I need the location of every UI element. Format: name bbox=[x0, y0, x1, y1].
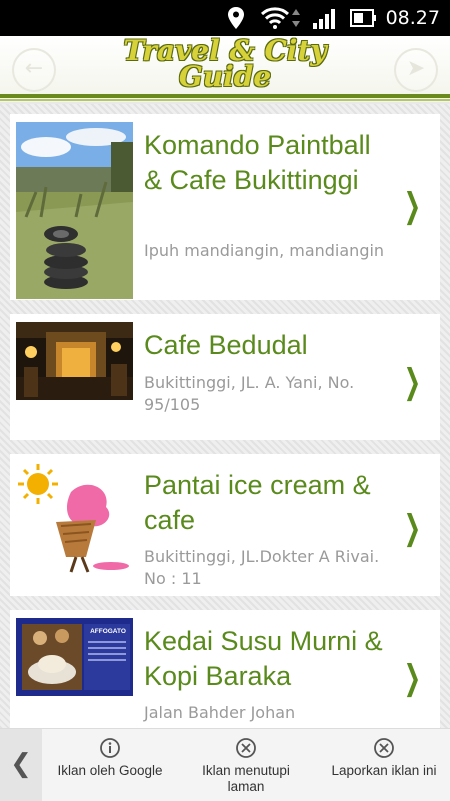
signal-icon bbox=[313, 9, 335, 29]
place-address: Bukittinggi, JL.Dokter A Rivai. No : 11 bbox=[144, 547, 380, 588]
place-thumbnail bbox=[16, 322, 133, 400]
ad-covers-page-button[interactable]: Iklan menutupi laman bbox=[186, 737, 306, 795]
wifi-icon bbox=[260, 7, 290, 29]
list-item[interactable]: Pantai ice cream & cafe Bukittinggi, JL.… bbox=[10, 454, 440, 596]
chevron-left-icon: ❮ bbox=[10, 749, 32, 779]
place-address: Jalan Bahder Johan bbox=[144, 703, 296, 722]
header-divider bbox=[0, 94, 450, 98]
place-thumbnail: AFFOGATO bbox=[16, 618, 133, 696]
close-circle-icon bbox=[374, 738, 394, 758]
place-thumbnail bbox=[16, 122, 133, 299]
list-item[interactable]: Komando Paintball & Cafe Bukittinggi Ipu… bbox=[10, 114, 440, 300]
list-item[interactable]: AFFOGATO Kedai Susu Murni & Kopi Baraka … bbox=[10, 610, 440, 728]
logo-line-2: Guide bbox=[178, 60, 272, 93]
ad-info-button[interactable]: Iklan oleh Google bbox=[50, 737, 170, 779]
place-name: Komando Paintball & Cafe Bukittinggi bbox=[144, 130, 371, 195]
status-time: 08.27 bbox=[385, 7, 440, 29]
location-icon bbox=[228, 7, 244, 29]
close-circle-icon bbox=[236, 738, 256, 758]
place-name: Kedai Susu Murni & Kopi Baraka bbox=[144, 626, 383, 691]
chevron-right-icon: ❯ bbox=[403, 658, 421, 698]
place-address: Ipuh mandiangin, mandiangin bbox=[144, 241, 385, 260]
ad-collapse-button[interactable]: ❮ bbox=[0, 729, 42, 801]
list-item[interactable]: Cafe Bedudal Bukittinggi, JL. A. Yani, N… bbox=[10, 314, 440, 440]
data-arrows-icon bbox=[292, 9, 300, 27]
place-thumbnail bbox=[16, 462, 133, 580]
ad-info-label: Iklan oleh Google bbox=[57, 763, 163, 778]
places-list[interactable]: Komando Paintball & Cafe Bukittinggi Ipu… bbox=[0, 104, 450, 728]
ad-report-label: Laporkan iklan ini bbox=[331, 763, 437, 778]
thumbnail-caption: AFFOGATO bbox=[90, 628, 126, 635]
place-name: Cafe Bedudal bbox=[144, 330, 308, 360]
ad-report-button[interactable]: Laporkan iklan ini bbox=[322, 737, 446, 779]
chevron-right-icon: ❯ bbox=[403, 186, 421, 226]
status-bar: 08.27 bbox=[0, 0, 450, 36]
chevron-right-icon: ❯ bbox=[403, 508, 421, 548]
battery-icon bbox=[350, 9, 376, 27]
app-logo: Travel & City Guide bbox=[0, 37, 450, 93]
header-divider-thin bbox=[0, 99, 450, 101]
place-name: Pantai ice cream & cafe bbox=[144, 470, 371, 535]
ad-bar: ❮ Iklan oleh Google Iklan menutupi laman… bbox=[0, 728, 450, 801]
chevron-right-icon: ❯ bbox=[403, 362, 421, 402]
place-address: Bukittinggi, JL. A. Yani, No. 95/105 bbox=[144, 373, 355, 414]
info-icon bbox=[100, 738, 120, 758]
ad-covers-page-label: Iklan menutupi laman bbox=[202, 763, 290, 794]
